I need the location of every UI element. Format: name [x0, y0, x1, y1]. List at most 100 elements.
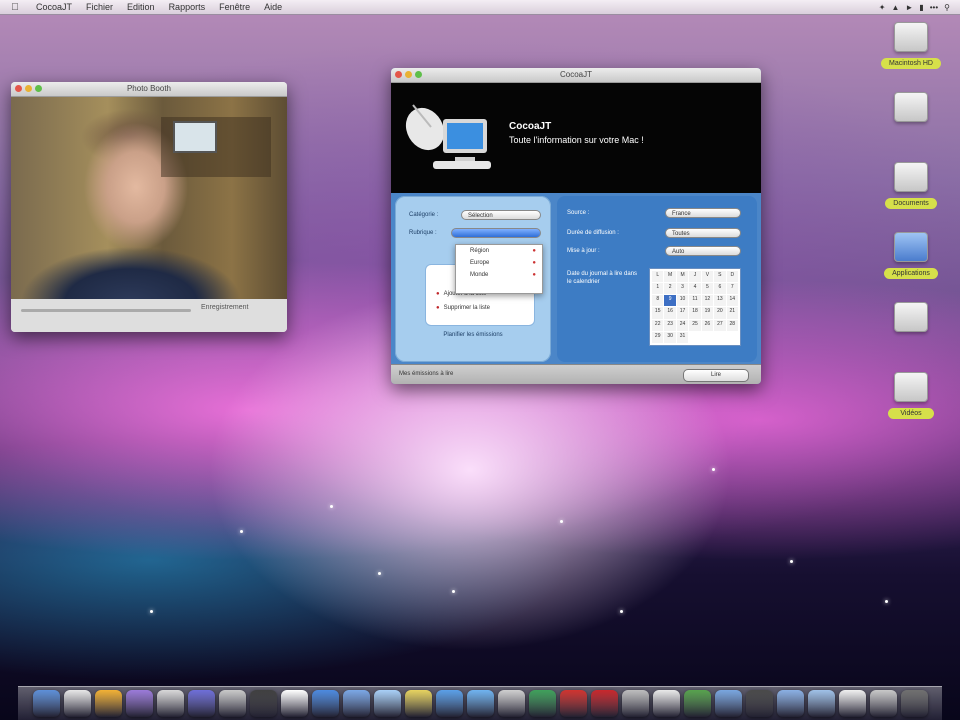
dock-app-icon[interactable]	[466, 690, 494, 717]
dock-app-icon[interactable]	[249, 690, 277, 717]
cocoajt-window[interactable]: CocoaJT CocoaJT Toute l'information sur …	[391, 68, 761, 384]
duration-popup[interactable]: Toutes	[665, 228, 741, 238]
dock-app-icon[interactable]	[94, 690, 122, 717]
menu-aide[interactable]: Aide	[264, 2, 282, 12]
dock-app-icon[interactable]	[590, 690, 618, 717]
calendar-day[interactable]: 23	[664, 319, 676, 331]
dock-app-icon[interactable]	[63, 690, 91, 717]
dock-app-icon[interactable]	[280, 690, 308, 717]
source-popup[interactable]: France	[665, 208, 741, 218]
calendar-day[interactable]: 29	[652, 331, 664, 343]
calendar-day[interactable]: 13	[714, 295, 726, 307]
calendar-day[interactable]: 4	[689, 283, 701, 295]
desktop-icon-drive[interactable]	[868, 302, 954, 354]
dock-app-icon[interactable]	[497, 690, 525, 717]
desktop-icon-drive[interactable]: Documents	[868, 162, 954, 210]
calendar-day[interactable]: 28	[726, 319, 738, 331]
date-calendar[interactable]: L M M J V S D 1 2 3 4 5 6 7 8 9 10 11 12 13 14 15 16 17 18 19 20 21…	[649, 268, 741, 346]
desktop-icon-drive[interactable]: Vidéos	[868, 372, 954, 420]
calendar-day[interactable]: 1	[652, 283, 664, 295]
dock-app-icon[interactable]	[125, 690, 153, 717]
calendar-day[interactable]: 11	[689, 295, 701, 307]
close-button[interactable]	[15, 85, 22, 92]
menu-fenetre[interactable]: Fenêtre	[219, 2, 250, 12]
dock-app-icon[interactable]	[838, 690, 866, 717]
app-titlebar[interactable]: CocoaJT	[391, 68, 761, 83]
dock-app-icon[interactable]	[156, 690, 184, 717]
calendar-day[interactable]: 12	[701, 295, 714, 307]
calendar-day[interactable]: V	[701, 271, 714, 283]
dropdown-item[interactable]: Europe	[456, 257, 542, 269]
menu-fichier[interactable]: Fichier	[86, 2, 113, 12]
rubric-popup[interactable]	[451, 228, 541, 238]
calendar-day[interactable]: M	[664, 271, 676, 283]
clock-text[interactable]: •••	[930, 3, 938, 12]
dock-app-icon[interactable]	[404, 690, 432, 717]
calendar-day[interactable]: 15	[652, 307, 664, 319]
video-progress-slider[interactable]	[21, 309, 191, 312]
calendar-day[interactable]: 20	[714, 307, 726, 319]
zoom-button[interactable]	[35, 85, 42, 92]
calendar-day[interactable]: 18	[689, 307, 701, 319]
calendar-day[interactable]: 17	[676, 307, 689, 319]
calendar-day[interactable]: 9	[664, 295, 676, 307]
dock-app-icon[interactable]	[869, 690, 897, 717]
calendar-day[interactable]: 2	[664, 283, 676, 295]
dock-app-icon[interactable]	[714, 690, 742, 717]
calendar-day[interactable]: 26	[701, 319, 714, 331]
calendar-day[interactable]: 21	[726, 307, 738, 319]
calendar-day[interactable]: D	[726, 271, 738, 283]
close-button[interactable]	[395, 71, 402, 78]
wifi-icon[interactable]: ▲	[891, 3, 899, 12]
rubric-dropdown-menu[interactable]: Région Europe Monde	[455, 244, 543, 294]
calendar-day[interactable]: S	[714, 271, 726, 283]
calendar-day[interactable]: L	[652, 271, 664, 283]
dock-app-icon[interactable]	[900, 690, 928, 717]
remove-list-option[interactable]: Supprimer la liste	[436, 305, 490, 311]
dropdown-item[interactable]: Région	[456, 245, 542, 257]
calendar-day[interactable]: 6	[714, 283, 726, 295]
menu-app[interactable]: CocoaJT	[36, 2, 72, 12]
minimize-button[interactable]	[405, 71, 412, 78]
dock-app-icon[interactable]	[745, 690, 773, 717]
play-button[interactable]: Lire	[683, 369, 749, 382]
dock-app-icon[interactable]	[373, 690, 401, 717]
calendar-day[interactable]: 16	[664, 307, 676, 319]
category-popup[interactable]: Sélection	[461, 210, 541, 220]
calendar-day[interactable]: 27	[714, 319, 726, 331]
menu-edition[interactable]: Edition	[127, 2, 155, 12]
desktop-icon-folder[interactable]: Applications	[868, 232, 954, 280]
video-titlebar[interactable]: Photo Booth	[11, 82, 287, 97]
dock-app-icon[interactable]	[218, 690, 246, 717]
dock-app-icon[interactable]	[435, 690, 463, 717]
dropdown-item[interactable]: Monde	[456, 269, 542, 281]
calendar-day[interactable]: M	[676, 271, 689, 283]
desktop-icon-drive[interactable]: Macintosh HD	[868, 22, 954, 70]
calendar-day[interactable]: 24	[676, 319, 689, 331]
schedule-link[interactable]: Planifier les émissions	[395, 332, 551, 338]
spotlight-icon[interactable]: ⚲	[944, 3, 950, 12]
minimize-button[interactable]	[25, 85, 32, 92]
apple-menu-icon[interactable]: 	[8, 2, 22, 13]
calendar-day[interactable]: 10	[676, 295, 689, 307]
update-popup[interactable]: Auto	[665, 246, 741, 256]
calendar-day[interactable]: 19	[701, 307, 714, 319]
dock-app-icon[interactable]	[342, 690, 370, 717]
dock-app-icon[interactable]	[187, 690, 215, 717]
dock-app-icon[interactable]	[776, 690, 804, 717]
calendar-day[interactable]: J	[689, 271, 701, 283]
dock-app-icon[interactable]	[311, 690, 339, 717]
volume-icon[interactable]: ►	[905, 3, 913, 12]
dock-app-icon[interactable]	[652, 690, 680, 717]
video-window[interactable]: Photo Booth Enregistrement	[11, 82, 287, 332]
calendar-day[interactable]: 8	[652, 295, 664, 307]
calendar-day[interactable]: 31	[676, 331, 689, 343]
dock-app-icon[interactable]	[528, 690, 556, 717]
calendar-day[interactable]: 14	[726, 295, 738, 307]
calendar-day[interactable]: 25	[689, 319, 701, 331]
dock-app-icon[interactable]	[807, 690, 835, 717]
calendar-day[interactable]: 7	[726, 283, 738, 295]
menu-rapports[interactable]: Rapports	[169, 2, 206, 12]
calendar-day[interactable]: 22	[652, 319, 664, 331]
desktop-icon-drive[interactable]	[868, 92, 954, 144]
